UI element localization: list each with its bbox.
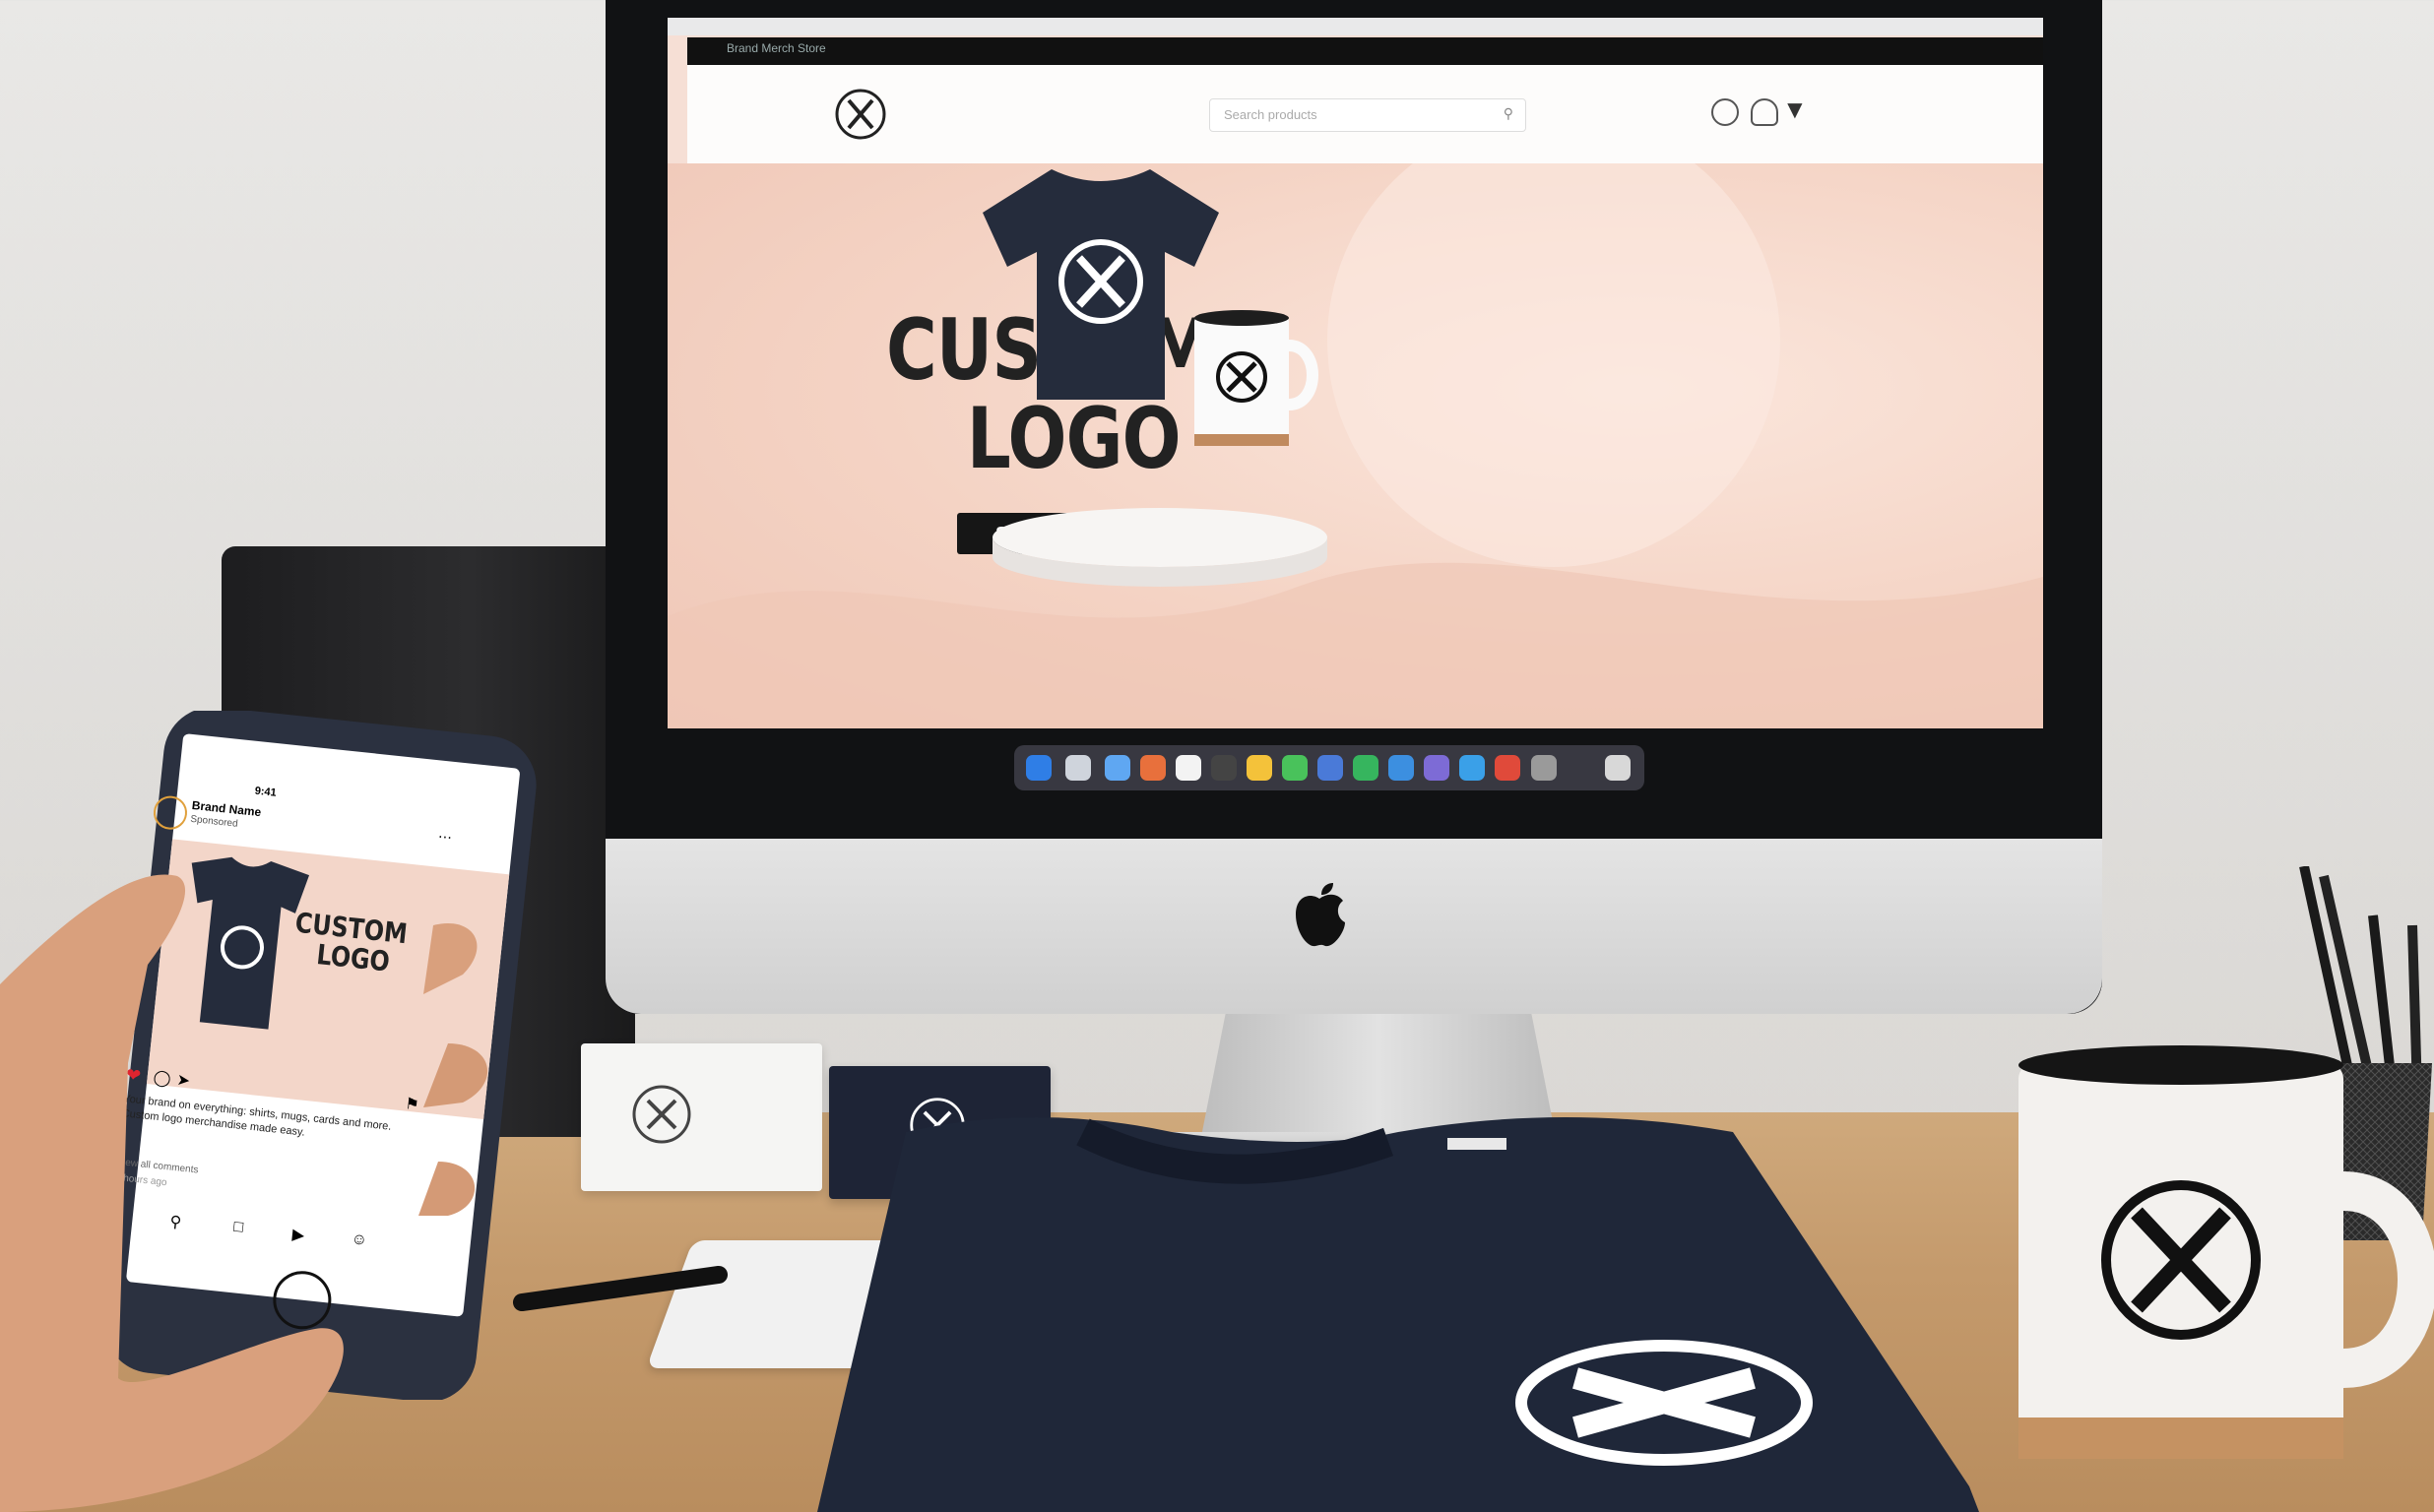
more-options-icon[interactable]: ⋯ [437,828,453,846]
mug-product[interactable] [1185,306,1322,454]
settings-icon[interactable] [1388,755,1414,781]
launchpad-icon[interactable] [1459,755,1485,781]
maps-icon[interactable] [1282,755,1308,781]
messages-icon[interactable] [1247,755,1272,781]
bell-icon[interactable] [1751,98,1778,126]
trash-icon[interactable] [1605,755,1631,781]
search-placeholder: Search products [1224,107,1317,122]
photos-icon[interactable] [1211,755,1237,781]
search-input[interactable]: Search products ⚲ [1209,98,1526,132]
os-titlebar [668,18,2043,35]
apple-logo-icon [1296,883,1345,947]
send-icon[interactable]: ▼ [1782,94,1808,125]
browser-tab-bar[interactable]: Brand Merch Store [687,37,2043,65]
hero-headline-line2: LOGO [966,390,1182,488]
hero-banner: CUSTOM LOGO SHOP NOW [668,163,2043,728]
chrome-icon[interactable] [1140,755,1166,781]
notes-icon[interactable] [1176,755,1201,781]
search-icon[interactable] [1065,755,1091,781]
site-header: Search products ⚲ ▼ [687,65,2043,163]
brand-logo-icon[interactable] [833,87,888,142]
search-icon[interactable]: ⚲ [1504,105,1513,122]
monitor-screen: Brand Merch Store Search products ⚲ ▼ CU… [668,18,2043,728]
safari-icon[interactable] [1105,755,1130,781]
finder-icon[interactable] [1026,755,1052,781]
folded-tshirt [817,1117,1979,1512]
avatar[interactable] [152,793,189,832]
tab-title[interactable]: Brand Merch Store [727,41,826,55]
card-logo-icon [632,1085,691,1144]
product-pedestal [993,508,1327,587]
dock [1014,745,1644,790]
account-subtitle: Sponsored [189,813,239,830]
downloads-icon[interactable] [1531,755,1557,781]
hero-background-waves [668,163,2043,728]
status-time: 9:41 [254,785,278,799]
monitor-chin [606,839,2102,1014]
app-icon[interactable] [1495,755,1520,781]
music-icon[interactable] [1424,755,1449,781]
mail-icon[interactable] [1353,755,1378,781]
facetime-icon[interactable] [1317,755,1343,781]
hand [0,874,488,1512]
clock-icon[interactable] [1711,98,1739,126]
coffee-mug [2018,1045,2434,1459]
